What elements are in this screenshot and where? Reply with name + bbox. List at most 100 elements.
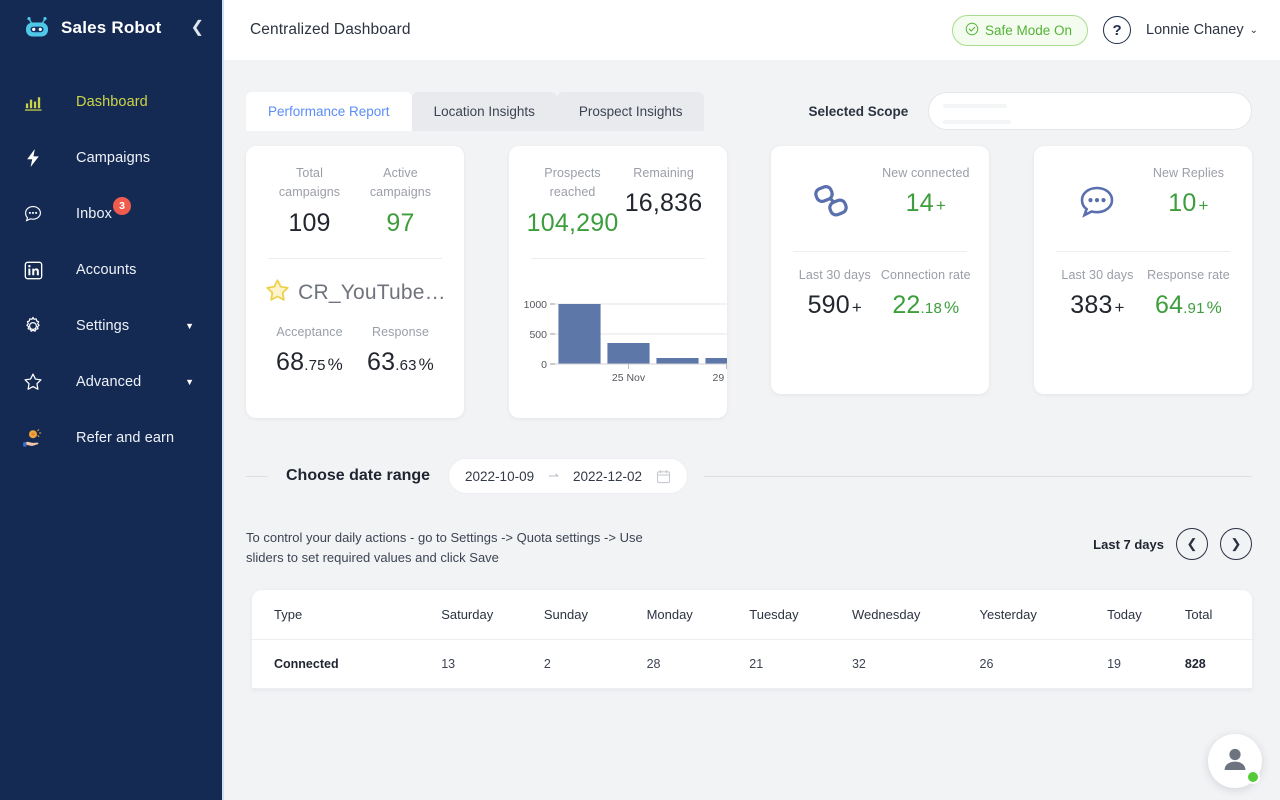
sidebar-item-label: Inbox — [76, 206, 112, 222]
tab-performance-report[interactable]: Performance Report — [246, 91, 412, 131]
col-yesterday: Yesterday — [979, 590, 1108, 641]
safe-mode-badge[interactable]: Safe Mode On — [951, 14, 1089, 46]
main-content: Centralized Dashboard Safe Mode On ? Lon… — [222, 0, 1280, 800]
row-cell-wednesday: 32 — [851, 639, 980, 690]
active-campaigns-cell: Active campaigns 97 — [355, 164, 446, 238]
row-cell-saturday: 13 — [441, 639, 544, 690]
response-int: 63 — [367, 348, 396, 377]
card-replies-top: New Replies 10 + — [1052, 164, 1234, 231]
chat-bubble-icon — [18, 204, 48, 224]
connection-rate-dec: .18 — [920, 300, 942, 318]
brand-name: Sales Robot — [61, 18, 162, 37]
svg-text:1000: 1000 — [523, 299, 547, 311]
tab-location-insights[interactable]: Location Insights — [411, 91, 557, 131]
chain-link-icon — [811, 182, 859, 231]
sidebar-item-label: Settings — [76, 318, 130, 334]
prospects-reached-label: Prospects reached — [544, 166, 601, 200]
response-rate-value: 64.91% — [1143, 291, 1234, 320]
new-replies-value: 10 + — [1143, 189, 1234, 218]
date-range-section: Choose date range 2022-10-09 ⇀ 2022-12-0… — [246, 458, 1252, 494]
app-root: Sales Robot ❮ Dashboard Campaigns Inbox … — [0, 0, 1280, 800]
user-name: Lonnie Chaney — [1146, 22, 1244, 38]
replies-last30-number: 383 — [1070, 291, 1113, 320]
favorite-campaign-name: CR_YouTube… — [298, 280, 446, 304]
sidebar-item-label: Refer and earn — [76, 430, 175, 446]
favorite-campaign: CR_YouTube… — [264, 277, 446, 309]
hand-coin-icon — [18, 427, 48, 449]
page-title: Centralized Dashboard — [250, 21, 411, 38]
safe-mode-label: Safe Mode On — [984, 22, 1073, 38]
col-type: Type — [252, 590, 442, 641]
connections-last30-number: 590 — [807, 291, 850, 320]
new-replies-cell: New Replies 10 + — [1143, 164, 1234, 231]
connection-rate-cell: Connection rate 22.18% — [880, 266, 971, 320]
sidebar-item-campaigns[interactable]: Campaigns — [0, 130, 222, 186]
sidebar-item-accounts[interactable]: Accounts — [0, 242, 222, 298]
new-replies-number: 10 — [1168, 189, 1197, 218]
replies-last30-label: Last 30 days — [1061, 268, 1134, 282]
star-icon — [264, 277, 291, 309]
quota-info-text: To control your daily actions - go to Se… — [246, 530, 643, 566]
percent-sign: % — [327, 355, 343, 375]
active-campaigns-label: Active campaigns — [369, 166, 432, 200]
svg-text:25 Nov: 25 Nov — [612, 372, 646, 384]
card-divider — [530, 257, 705, 259]
campaign-rates: Acceptance 68.75% Response 63.63% — [264, 323, 446, 377]
next-range-button[interactable]: ❯ — [1220, 528, 1252, 560]
brand: Sales Robot ❮ — [0, 0, 222, 56]
chevron-right-icon: ❯ — [1230, 536, 1242, 551]
connections-icon-cell — [789, 164, 880, 231]
percent-sign: % — [1206, 298, 1222, 318]
date-range-label: Choose date range — [286, 467, 431, 484]
user-avatar-icon — [1220, 744, 1250, 779]
online-status-dot — [1246, 770, 1260, 784]
svg-text:500: 500 — [529, 329, 547, 341]
card-campaigns-top: Total campaigns 109 Active campaigns 97 — [264, 164, 446, 238]
new-connected-label: New connected — [882, 166, 970, 180]
card-divider — [793, 251, 968, 252]
sidebar-item-refer-and-earn[interactable]: Refer and earn — [0, 410, 222, 466]
replies-icon-cell — [1052, 164, 1143, 231]
row-cell-sunday: 2 — [543, 639, 647, 690]
card-prospects: Prospects reached 104,290 Remaining 16,8… — [508, 146, 727, 418]
card-divider — [268, 257, 442, 259]
tab-prospect-insights[interactable]: Prospect Insights — [556, 91, 705, 131]
acceptance-label: Acceptance — [276, 324, 343, 339]
row-cell-tuesday: 21 — [749, 639, 852, 690]
selected-scope-input[interactable] — [928, 92, 1252, 130]
card-divider — [1055, 251, 1230, 252]
prospects-reached-cell: Prospects reached 104,290 — [527, 164, 619, 238]
lightning-bolt-icon — [18, 148, 48, 168]
card-connections: New connected 14 + Last 30 days 590 + Co… — [771, 146, 990, 394]
previous-range-button[interactable]: ❮ — [1176, 528, 1208, 560]
acceptance-int: 68 — [276, 348, 305, 377]
chevron-down-icon[interactable]: ▼ — [185, 321, 194, 331]
skeleton-line — [943, 120, 1012, 124]
table-row[interactable]: Connected 13 2 28 21 32 26 19 828 — [252, 639, 1252, 690]
sidebar-item-dashboard[interactable]: Dashboard — [0, 74, 222, 130]
col-saturday: Saturday — [441, 590, 544, 641]
response-rate-dec: .91 — [1183, 300, 1205, 318]
col-monday: Monday — [646, 590, 750, 641]
user-menu[interactable]: Lonnie Chaney ⌄ — [1146, 22, 1258, 38]
replies-last30-cell: Last 30 days 383 + — [1052, 266, 1143, 320]
chevron-down-icon[interactable]: ▼ — [185, 377, 194, 387]
date-range-start[interactable]: 2022-10-09 — [465, 469, 534, 484]
percent-sign: % — [418, 355, 434, 375]
chevron-left-icon: ❮ — [1186, 536, 1198, 551]
support-chat-button[interactable] — [1208, 734, 1262, 788]
date-range-picker[interactable]: 2022-10-09 ⇀ 2022-12-02 — [448, 458, 689, 494]
selected-scope-label: Selected Scope — [808, 103, 909, 119]
date-range-end[interactable]: 2022-12-02 — [573, 469, 642, 484]
sidebar-collapse-button[interactable]: ❮ — [189, 16, 206, 40]
row-type: Connected — [252, 639, 442, 690]
sidebar-item-settings[interactable]: Settings ▼ — [0, 298, 222, 354]
help-button[interactable]: ? — [1103, 16, 1132, 44]
sidebar-item-inbox[interactable]: Inbox 3 — [0, 186, 222, 242]
sidebar-item-advanced[interactable]: Advanced ▼ — [0, 354, 222, 410]
gear-icon — [18, 316, 48, 336]
acceptance-value: 68.75% — [264, 348, 355, 377]
sidebar-item-label: Dashboard — [76, 94, 148, 110]
divider-line — [704, 475, 1252, 477]
calendar-icon[interactable] — [656, 469, 671, 484]
